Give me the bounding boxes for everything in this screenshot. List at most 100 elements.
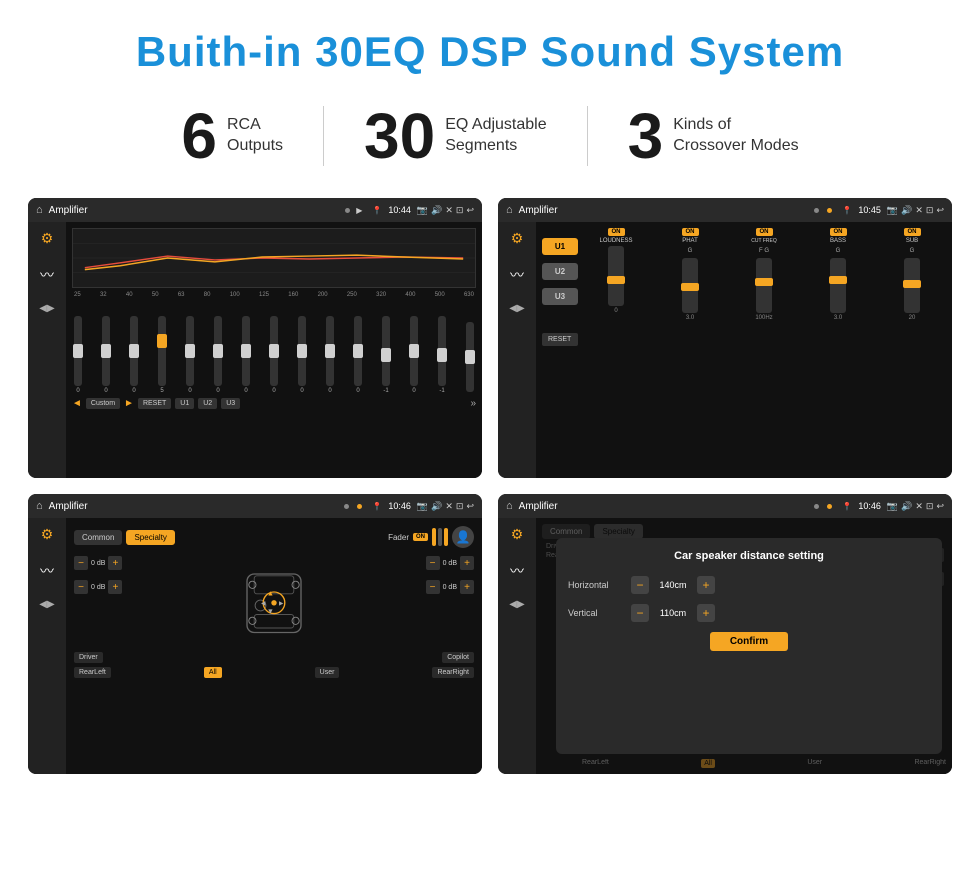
sub-slider[interactable] [904,258,920,313]
copilot-btn[interactable]: Copilot [442,652,474,663]
rearleft-btn[interactable]: RearLeft [74,667,111,678]
crossover-sidebar-icon3[interactable]: ◀▶ [509,303,524,314]
preset-u2[interactable]: U2 [542,263,578,280]
specialty-tab[interactable]: Specialty [126,530,174,545]
speaker-sidebar-icon1[interactable]: ⚙ [41,526,54,543]
minimize-icon-3[interactable]: ⊡ [456,501,464,512]
driver-btn[interactable]: Driver [74,652,103,663]
speaker-sidebar-icon2[interactable]: 〰 [40,561,54,581]
db-plus-fr[interactable]: + [460,556,474,570]
loudness-slider[interactable] [608,246,624,306]
rearright-btn[interactable]: RearRight [432,667,474,678]
close-icon-4[interactable]: ✕ [915,501,923,512]
db-plus-rl[interactable]: + [108,580,122,594]
confirm-button[interactable]: Confirm [710,632,788,651]
eq-slider-3: 5 [158,316,166,394]
db-minus-rr[interactable]: − [426,580,440,594]
crossover-time: 10:45 [858,205,881,215]
cutfreq-slider[interactable] [756,258,772,313]
crossover-sidebar-icon1[interactable]: ⚙ [511,230,524,247]
db-plus-rr[interactable]: + [460,580,474,594]
distance-title: Amplifier [519,501,809,512]
eq-sidebar-icon1[interactable]: ⚙ [41,230,54,247]
distance-sidebar-icon3[interactable]: ◀▶ [509,599,524,610]
topbar-icons-speaker: 📷 🔊 ✕ ⊡ ↩ [417,501,474,512]
reset-btn[interactable]: RESET [138,398,171,409]
dist-rearright: RearRight [914,759,946,768]
close-icon-2[interactable]: ✕ [915,205,923,216]
minimize-icon[interactable]: ⊡ [456,205,464,216]
fader-on-btn[interactable]: ON [413,533,428,541]
volume-icon: 🔊 [431,205,442,216]
speaker-sidebar-icon3[interactable]: ◀▶ [39,599,54,610]
common-tab[interactable]: Common [74,530,122,545]
close-icon-3[interactable]: ✕ [445,501,453,512]
distance-sidebar-icon1[interactable]: ⚙ [511,526,524,543]
u2-btn[interactable]: U2 [198,398,217,409]
close-icon[interactable]: ✕ [445,205,453,216]
custom-btn[interactable]: Custom [86,398,120,409]
sub-on[interactable]: ON [904,228,921,236]
more-icon[interactable]: » [470,398,476,409]
all-btn[interactable]: All [204,667,222,678]
eq-content: ⚙ 〰 ◀▶ [28,222,482,478]
db-minus-rl[interactable]: − [74,580,88,594]
phat-slider[interactable] [682,258,698,313]
topbar-icons-crossover: 📷 🔊 ✕ ⊡ ↩ [887,205,944,216]
bass-on[interactable]: ON [830,228,847,236]
horizontal-minus[interactable]: − [631,576,649,594]
prev-arrow[interactable]: ◄ [72,398,82,409]
crossover-content: ⚙ 〰 ◀▶ U1 U2 U3 RESET ON LOUDNESS [498,222,952,478]
db-minus-fl[interactable]: − [74,556,88,570]
horizontal-plus[interactable]: + [697,576,715,594]
bass-slider[interactable] [830,258,846,313]
back-icon-4[interactable]: ↩ [936,501,944,512]
minimize-icon-2[interactable]: ⊡ [926,205,934,216]
back-icon[interactable]: ↩ [466,205,474,216]
vertical-label: Vertical [568,608,623,618]
play-icon: ▶ [356,206,362,215]
u3-btn[interactable]: U3 [221,398,240,409]
svg-text:▼: ▼ [267,607,274,616]
db-plus-fl[interactable]: + [108,556,122,570]
cutfreq-on[interactable]: ON [756,228,773,236]
loudness-on[interactable]: ON [608,228,625,236]
user-avatar[interactable]: 👤 [452,526,474,548]
stat-eq: 30 EQ Adjustable Segments [324,104,587,168]
back-icon-2[interactable]: ↩ [936,205,944,216]
phat-on[interactable]: ON [682,228,699,236]
home-icon-3[interactable]: ⌂ [36,500,43,512]
home-icon-2[interactable]: ⌂ [506,204,513,216]
horizontal-value: 140cm [653,580,693,590]
home-icon-4[interactable]: ⌂ [506,500,513,512]
db-minus-fr[interactable]: − [426,556,440,570]
vertical-plus[interactable]: + [697,604,715,622]
volume-icon-3: 🔊 [431,501,442,512]
stat-number-eq: 30 [364,104,435,168]
db-value-fr: 0 dB [443,560,457,567]
eq-sidebar-icon2[interactable]: 〰 [40,265,54,285]
u1-btn[interactable]: U1 [175,398,194,409]
stat-number-rca: 6 [181,104,217,168]
minimize-icon-4[interactable]: ⊡ [926,501,934,512]
vertical-control: − 110cm + [631,604,715,622]
car-diagram: ▲ ▼ ◄ ► [130,556,417,646]
distance-sidebar-icon2[interactable]: 〰 [510,561,524,581]
crossover-sidebar-icon2[interactable]: 〰 [510,265,524,285]
back-icon-3[interactable]: ↩ [466,501,474,512]
eq-time: 10:44 [388,205,411,215]
eq-screen: ⌂ Amplifier ▶ 📍 10:44 📷 🔊 ✕ ⊡ ↩ ⚙ 〰 ◀▶ [28,198,482,478]
speaker-layout: − 0 dB + − 0 dB + [74,556,474,646]
vertical-minus[interactable]: − [631,604,649,622]
next-arrow[interactable]: ► [124,398,134,409]
dialog-title: Car speaker distance setting [568,550,930,562]
eq-sidebar-icon3[interactable]: ◀▶ [39,303,54,314]
user-btn[interactable]: User [315,667,340,678]
preset-u3[interactable]: U3 [542,288,578,305]
camera-icon-2: 📷 [887,205,898,216]
crossover-reset[interactable]: RESET [542,333,578,346]
status-dot-orange [827,208,832,213]
fader-bar-2 [438,528,442,546]
preset-u1[interactable]: U1 [542,238,578,255]
home-icon[interactable]: ⌂ [36,204,43,216]
